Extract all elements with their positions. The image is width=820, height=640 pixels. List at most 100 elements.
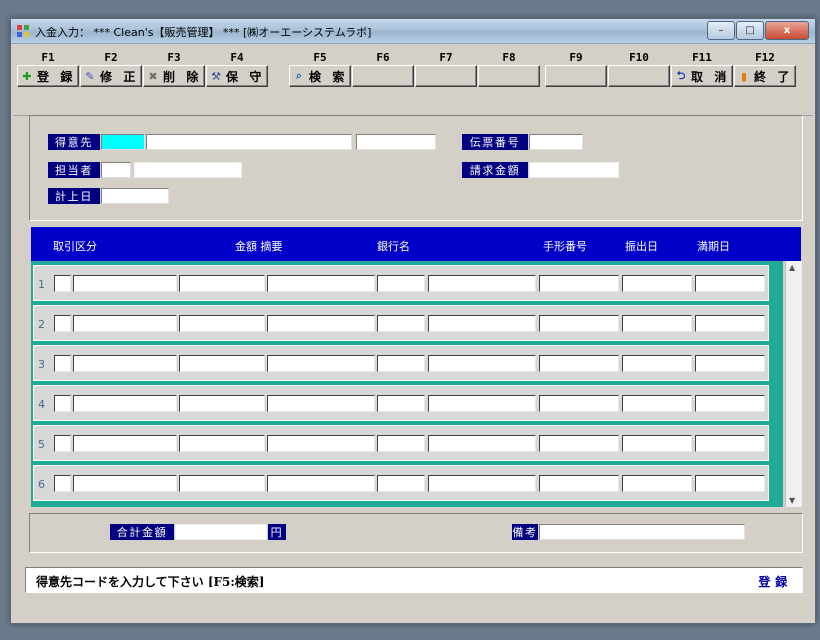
- bank-name-cell[interactable]: [428, 395, 536, 412]
- row-check[interactable]: [54, 395, 71, 412]
- bill-number-cell[interactable]: [539, 395, 619, 412]
- maintenance-button[interactable]: ⚒ 保 守: [206, 65, 268, 87]
- col-transaction-type: 取引区分: [53, 240, 97, 253]
- register-button[interactable]: ✚ 登 録: [17, 65, 79, 87]
- issue-date-cell[interactable]: [622, 275, 692, 292]
- bank-name-cell[interactable]: [428, 435, 536, 452]
- f7-button[interactable]: [415, 65, 477, 87]
- search-button[interactable]: ⌕ 検 索: [289, 65, 351, 87]
- staff-code-input[interactable]: [101, 162, 131, 178]
- grid-header: 取引区分 金額 摘要 銀行名 手形番号 振出日 満期日: [31, 227, 801, 261]
- bank-name-cell[interactable]: [428, 475, 536, 492]
- bill-number-cell[interactable]: [539, 315, 619, 332]
- bank-code-cell[interactable]: [377, 315, 425, 332]
- date-input[interactable]: [101, 188, 169, 204]
- bill-number-cell[interactable]: [539, 355, 619, 372]
- edit-button-label: 修 正: [100, 69, 139, 84]
- amount-cell[interactable]: [179, 355, 265, 372]
- issue-date-cell[interactable]: [622, 395, 692, 412]
- bank-code-cell[interactable]: [377, 395, 425, 412]
- due-date-cell[interactable]: [695, 355, 765, 372]
- bank-code-cell[interactable]: [377, 435, 425, 452]
- maintenance-button-label: 保 守: [226, 69, 265, 84]
- customer-code-input[interactable]: [101, 134, 145, 150]
- search-button-label: 検 索: [309, 69, 348, 84]
- minimize-button[interactable]: –: [707, 21, 735, 40]
- fkey-f2: F2 ✎ 修 正: [80, 51, 142, 87]
- bank-name-cell[interactable]: [428, 315, 536, 332]
- maximize-button[interactable]: □: [736, 21, 764, 40]
- grid-scrollbar[interactable]: ▲ ▼: [785, 261, 802, 507]
- due-date-cell[interactable]: [695, 435, 765, 452]
- customer-sub-field[interactable]: [356, 134, 436, 150]
- row-number: 5: [38, 438, 45, 451]
- row-check[interactable]: [54, 315, 71, 332]
- grid-body: 1 2 3 4 5 6: [31, 261, 783, 507]
- memo-cell[interactable]: [267, 475, 375, 492]
- table-row: 4: [33, 385, 769, 421]
- row-check[interactable]: [54, 475, 71, 492]
- edit-button[interactable]: ✎ 修 正: [80, 65, 142, 87]
- issue-date-cell[interactable]: [622, 435, 692, 452]
- exit-button[interactable]: ▮ 終 了: [734, 65, 796, 87]
- bank-code-cell[interactable]: [377, 275, 425, 292]
- fkey-f7-key: F7: [439, 51, 453, 64]
- transaction-type-cell[interactable]: [73, 315, 177, 332]
- table-row: 6: [33, 465, 769, 501]
- memo-cell[interactable]: [267, 435, 375, 452]
- f9-button[interactable]: [545, 65, 607, 87]
- amount-cell[interactable]: [179, 475, 265, 492]
- due-date-cell[interactable]: [695, 275, 765, 292]
- customer-name-field[interactable]: [146, 134, 352, 150]
- due-date-cell[interactable]: [695, 475, 765, 492]
- bank-code-cell[interactable]: [377, 475, 425, 492]
- date-label: 計上日: [48, 188, 100, 204]
- slip-number-input[interactable]: [529, 134, 583, 150]
- scroll-down-icon[interactable]: ▼: [789, 496, 795, 505]
- exit-button-label: 終 了: [754, 69, 793, 84]
- slip-number-label: 伝票番号: [462, 134, 528, 150]
- memo-cell[interactable]: [267, 315, 375, 332]
- note-input[interactable]: [539, 524, 745, 540]
- function-key-toolbar: F1 ✚ 登 録 F2 ✎ 修 正 F3 ✖ 削 除 F4 ⚒ 保 守 F5 ⌕…: [13, 45, 813, 116]
- row-check[interactable]: [54, 275, 71, 292]
- transaction-type-cell[interactable]: [73, 355, 177, 372]
- row-check[interactable]: [54, 355, 71, 372]
- due-date-cell[interactable]: [695, 315, 765, 332]
- row-check[interactable]: [54, 435, 71, 452]
- issue-date-cell[interactable]: [622, 475, 692, 492]
- bill-number-cell[interactable]: [539, 435, 619, 452]
- cancel-button[interactable]: ⮌ 取 消: [671, 65, 733, 87]
- memo-cell[interactable]: [267, 355, 375, 372]
- due-date-cell[interactable]: [695, 395, 765, 412]
- col-due-date: 満期日: [697, 240, 730, 253]
- amount-cell[interactable]: [179, 395, 265, 412]
- bank-name-cell[interactable]: [428, 275, 536, 292]
- window-title: 入金入力： *** Clean's【販売管理】 *** [㈱オーエーシステムラボ…: [35, 26, 372, 39]
- memo-cell[interactable]: [267, 275, 375, 292]
- f6-button[interactable]: [352, 65, 414, 87]
- app-window: 入金入力： *** Clean's【販売管理】 *** [㈱オーエーシステムラボ…: [10, 18, 816, 624]
- issue-date-cell[interactable]: [622, 355, 692, 372]
- close-button[interactable]: x: [765, 21, 809, 40]
- amount-cell[interactable]: [179, 435, 265, 452]
- transaction-type-cell[interactable]: [73, 435, 177, 452]
- f8-button[interactable]: [478, 65, 540, 87]
- bank-name-cell[interactable]: [428, 355, 536, 372]
- f10-button[interactable]: [608, 65, 670, 87]
- bill-number-cell[interactable]: [539, 475, 619, 492]
- transaction-type-cell[interactable]: [73, 475, 177, 492]
- scroll-up-icon[interactable]: ▲: [789, 263, 795, 272]
- bill-number-cell[interactable]: [539, 275, 619, 292]
- issue-date-cell[interactable]: [622, 315, 692, 332]
- memo-cell[interactable]: [267, 395, 375, 412]
- transaction-type-cell[interactable]: [73, 395, 177, 412]
- header-panel: 得意先 担当者 計上日 伝票番号 請求金額: [29, 115, 803, 221]
- staff-name-field: [134, 162, 242, 178]
- amount-cell[interactable]: [179, 275, 265, 292]
- transaction-type-cell[interactable]: [73, 275, 177, 292]
- fkey-f6: F6: [352, 51, 414, 87]
- delete-button[interactable]: ✖ 削 除: [143, 65, 205, 87]
- bank-code-cell[interactable]: [377, 355, 425, 372]
- amount-cell[interactable]: [179, 315, 265, 332]
